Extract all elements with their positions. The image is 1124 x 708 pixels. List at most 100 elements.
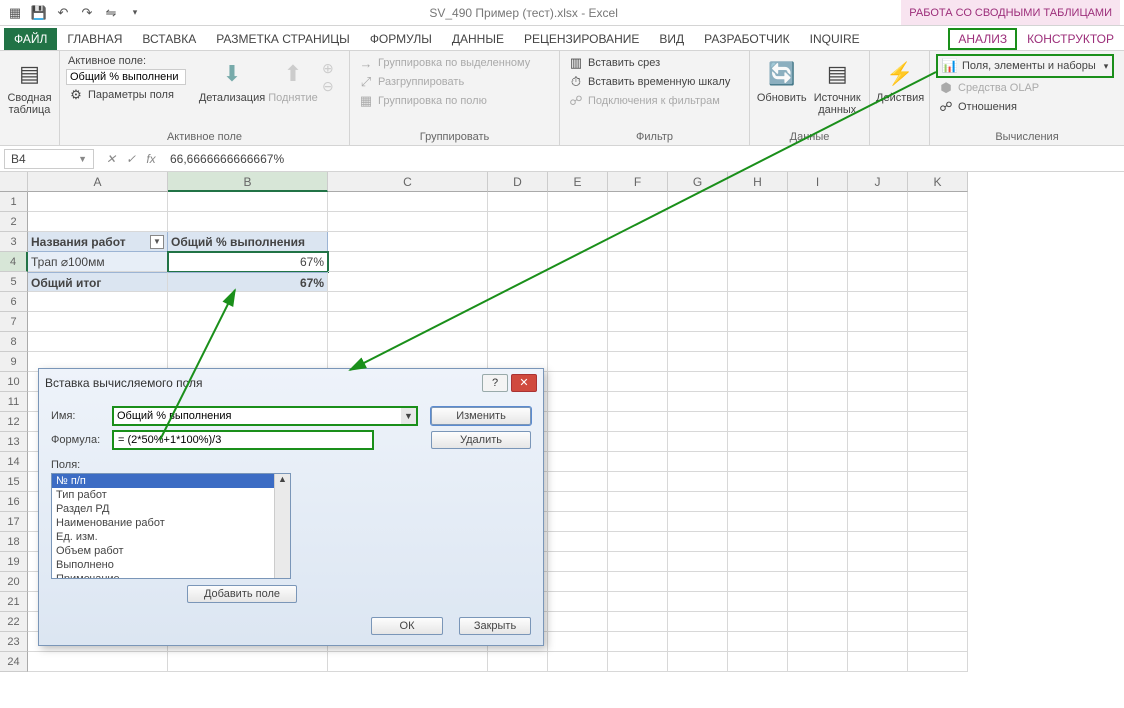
cell[interactable] bbox=[908, 412, 968, 432]
cell[interactable] bbox=[908, 612, 968, 632]
cell[interactable] bbox=[548, 612, 608, 632]
cell[interactable] bbox=[548, 452, 608, 472]
select-all-corner[interactable] bbox=[0, 172, 28, 192]
cell[interactable] bbox=[728, 612, 788, 632]
cell[interactable] bbox=[788, 472, 848, 492]
cell[interactable] bbox=[848, 612, 908, 632]
col-header-G[interactable]: G bbox=[668, 172, 728, 192]
cell[interactable] bbox=[728, 292, 788, 312]
cell[interactable] bbox=[608, 652, 668, 672]
cell[interactable] bbox=[848, 212, 908, 232]
dialog-help-button[interactable]: ? bbox=[482, 374, 508, 392]
col-header-K[interactable]: K bbox=[908, 172, 968, 192]
cell[interactable] bbox=[668, 212, 728, 232]
cell[interactable] bbox=[28, 292, 168, 312]
col-header-H[interactable]: H bbox=[728, 172, 788, 192]
cell[interactable] bbox=[608, 592, 668, 612]
cell[interactable] bbox=[908, 652, 968, 672]
cell[interactable] bbox=[728, 472, 788, 492]
col-header-E[interactable]: E bbox=[548, 172, 608, 192]
cell[interactable] bbox=[328, 272, 488, 292]
cell[interactable] bbox=[848, 532, 908, 552]
cell[interactable] bbox=[608, 372, 668, 392]
cell[interactable] bbox=[168, 192, 328, 212]
cell[interactable] bbox=[668, 352, 728, 372]
cell[interactable] bbox=[788, 612, 848, 632]
cell[interactable] bbox=[908, 632, 968, 652]
row-header[interactable]: 3 bbox=[0, 232, 28, 252]
cell[interactable] bbox=[488, 212, 548, 232]
list-scrollbar[interactable]: ▲ bbox=[274, 474, 290, 578]
cell[interactable] bbox=[668, 392, 728, 412]
cell[interactable] bbox=[668, 372, 728, 392]
cell[interactable] bbox=[908, 392, 968, 412]
cell[interactable] bbox=[668, 632, 728, 652]
filter-dropdown-icon[interactable]: ▼ bbox=[150, 235, 164, 249]
row-header[interactable]: 8 bbox=[0, 332, 28, 352]
delete-button[interactable]: Удалить bbox=[431, 431, 531, 449]
col-header-B[interactable]: B bbox=[168, 172, 328, 192]
cell[interactable] bbox=[548, 312, 608, 332]
cell[interactable] bbox=[548, 232, 608, 252]
drill-down-button[interactable]: ⬇ Детализация bbox=[200, 54, 264, 104]
cell[interactable] bbox=[908, 312, 968, 332]
cell[interactable] bbox=[608, 332, 668, 352]
cell[interactable] bbox=[608, 412, 668, 432]
row-header[interactable]: 24 bbox=[0, 652, 28, 672]
cell[interactable] bbox=[328, 652, 488, 672]
cell[interactable] bbox=[848, 552, 908, 572]
cell[interactable] bbox=[908, 192, 968, 212]
cell[interactable] bbox=[328, 212, 488, 232]
cell[interactable] bbox=[488, 652, 548, 672]
list-item[interactable]: Тип работ bbox=[52, 488, 290, 502]
row-header[interactable]: 12 bbox=[0, 412, 28, 432]
cell[interactable] bbox=[28, 192, 168, 212]
cell[interactable] bbox=[668, 552, 728, 572]
cell[interactable] bbox=[908, 272, 968, 292]
cell[interactable] bbox=[728, 272, 788, 292]
cell[interactable] bbox=[908, 552, 968, 572]
cell[interactable] bbox=[168, 212, 328, 232]
tab-formulas[interactable]: ФОРМУЛЫ bbox=[360, 28, 442, 50]
cell[interactable] bbox=[728, 632, 788, 652]
cell[interactable] bbox=[788, 352, 848, 372]
collapse-field-icon[interactable]: ⊖ bbox=[322, 78, 334, 95]
actions-button[interactable]: ⚡Действия bbox=[876, 54, 924, 104]
qat-dropdown-icon[interactable]: ▾ bbox=[124, 3, 146, 23]
list-item[interactable]: Примечание bbox=[52, 572, 290, 579]
cell[interactable] bbox=[488, 232, 548, 252]
cell[interactable] bbox=[668, 652, 728, 672]
cell[interactable] bbox=[548, 252, 608, 272]
cell[interactable] bbox=[668, 272, 728, 292]
cell[interactable] bbox=[488, 192, 548, 212]
cell[interactable] bbox=[908, 252, 968, 272]
cell[interactable] bbox=[728, 192, 788, 212]
list-item[interactable]: Выполнено bbox=[52, 558, 290, 572]
cell[interactable] bbox=[908, 292, 968, 312]
row-header[interactable]: 21 bbox=[0, 592, 28, 612]
cell[interactable] bbox=[548, 412, 608, 432]
cell[interactable] bbox=[908, 472, 968, 492]
cell[interactable] bbox=[548, 332, 608, 352]
cell[interactable] bbox=[908, 332, 968, 352]
field-settings-button[interactable]: ⚙Параметры поля bbox=[66, 86, 196, 104]
cell[interactable] bbox=[328, 192, 488, 212]
cell[interactable] bbox=[668, 232, 728, 252]
cell[interactable] bbox=[848, 332, 908, 352]
cell[interactable] bbox=[488, 292, 548, 312]
row-header[interactable]: 23 bbox=[0, 632, 28, 652]
fx-icon[interactable]: fx bbox=[142, 152, 160, 166]
dialog-close-button[interactable]: ✕ bbox=[511, 374, 537, 392]
fields-listbox[interactable]: № п/пТип работРаздел РДНаименование рабо… bbox=[51, 473, 291, 579]
list-item[interactable]: № п/п bbox=[52, 474, 290, 488]
cell[interactable] bbox=[608, 572, 668, 592]
tab-view[interactable]: ВИД bbox=[649, 28, 694, 50]
cell[interactable] bbox=[668, 472, 728, 492]
cell[interactable] bbox=[548, 352, 608, 372]
cell[interactable] bbox=[788, 212, 848, 232]
cell[interactable] bbox=[608, 492, 668, 512]
cell[interactable] bbox=[788, 192, 848, 212]
cell[interactable]: Названия работ▼ bbox=[28, 232, 168, 252]
cell[interactable] bbox=[168, 292, 328, 312]
cell[interactable] bbox=[548, 192, 608, 212]
